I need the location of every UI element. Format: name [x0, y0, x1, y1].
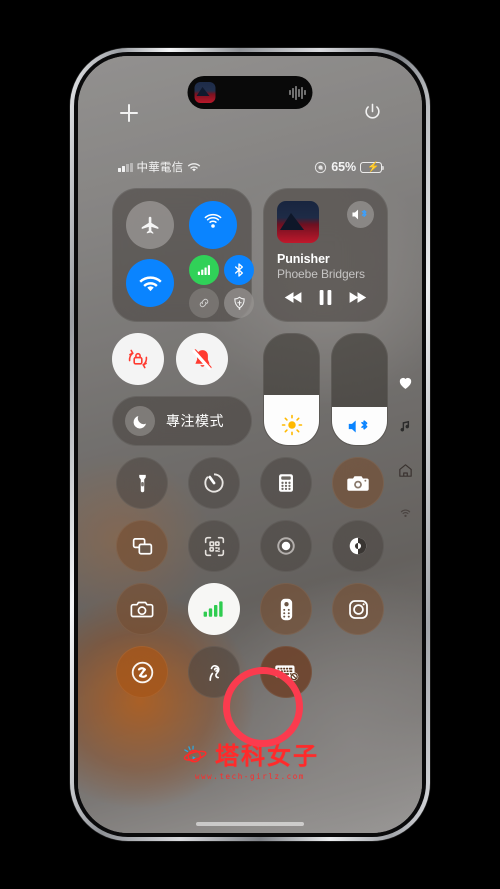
qr-code-icon[interactable] [188, 520, 240, 572]
cc-row-top: Punisher Phoebe Bridgers [112, 188, 388, 322]
focus-mode-button[interactable]: 專注模式 [112, 396, 252, 446]
airplane-mode-button[interactable] [126, 201, 174, 249]
airdrop-button[interactable] [189, 201, 237, 249]
phone-screen: 中華電信 65% ⚡ Punisher Phoebe Bridgers 專注模式… [78, 56, 422, 833]
toggles-column: 專注模式 [112, 333, 252, 446]
album-art [194, 82, 216, 103]
phone-bezel: 中華電信 65% ⚡ Punisher Phoebe Bridgers 專注模式… [74, 52, 426, 837]
instagram-icon[interactable] [332, 583, 384, 635]
cellular-data-button[interactable] [189, 255, 219, 285]
battery-icon: ⚡ [360, 161, 384, 173]
volume-slider[interactable] [331, 333, 388, 446]
edge-widget-strip [392, 374, 418, 523]
control-grid [112, 457, 388, 698]
power-icon[interactable] [363, 102, 382, 121]
camera-icon[interactable] [332, 457, 384, 509]
apple-tv-remote-icon[interactable] [260, 583, 312, 635]
music-note-icon[interactable] [397, 418, 414, 435]
screen-mirroring-icon[interactable] [116, 520, 168, 572]
media-title: Punisher [277, 252, 330, 266]
wifi-button[interactable] [126, 259, 174, 307]
sliders-group [263, 333, 388, 446]
focus-mode-label: 專注模式 [166, 413, 224, 429]
battery-percent-label: 65% [331, 160, 356, 174]
bluetooth-button[interactable] [224, 255, 254, 285]
media-player-module[interactable]: Punisher Phoebe Bridgers [263, 188, 388, 322]
vpn-shield-icon[interactable] [224, 288, 254, 318]
speaker-bluetooth-icon [332, 417, 387, 436]
plus-icon[interactable] [120, 104, 138, 122]
timer-icon[interactable] [188, 457, 240, 509]
planet-logo [181, 743, 211, 765]
dark-mode-icon[interactable] [332, 520, 384, 572]
moon-icon [125, 406, 155, 436]
rewind-icon[interactable] [284, 290, 303, 305]
home-indicator[interactable] [196, 822, 304, 826]
shazam-icon[interactable] [116, 646, 168, 698]
screen-record-icon[interactable] [260, 520, 312, 572]
control-center: Punisher Phoebe Bridgers 專注模式 [112, 188, 388, 698]
cc-row-middle: 專注模式 [112, 333, 388, 446]
dynamic-island[interactable] [187, 76, 313, 109]
carrier-label: 中華電信 [136, 162, 184, 174]
cellular-signal-icon[interactable] [188, 583, 240, 635]
fast-forward-icon[interactable] [348, 290, 367, 305]
airplay-bluetooth-speaker-icon[interactable] [347, 201, 374, 228]
silent-mode-button[interactable] [176, 333, 228, 385]
wifi-icon [187, 162, 201, 173]
album-art [277, 201, 319, 243]
hotspot-link-icon[interactable] [189, 288, 219, 318]
home-icon[interactable] [397, 462, 414, 479]
screenshot-root: 中華電信 65% ⚡ Punisher Phoebe Bridgers 專注模式… [0, 0, 500, 889]
phone-frame: 中華電信 65% ⚡ Punisher Phoebe Bridgers 專注模式… [70, 48, 430, 841]
annotation-highlight-circle [223, 667, 303, 747]
rotation-lock-button[interactable] [112, 333, 164, 385]
status-bar: 中華電信 65% ⚡ [78, 158, 422, 176]
brightness-slider[interactable] [263, 333, 320, 446]
flashlight-icon[interactable] [116, 457, 168, 509]
focus-mode-icon [314, 161, 327, 174]
connectivity-module [112, 188, 254, 322]
airplay-icon[interactable] [397, 506, 414, 523]
cellular-bars-icon [118, 162, 133, 172]
heart-icon[interactable] [397, 374, 414, 391]
audio-waveform-icon [289, 85, 306, 100]
camera-outline-icon[interactable] [116, 583, 168, 635]
media-artist: Phoebe Bridgers [277, 267, 365, 281]
pause-icon[interactable] [318, 289, 333, 306]
calculator-icon[interactable] [260, 457, 312, 509]
watermark-url: www.tech-girlz.com [194, 772, 306, 781]
sun-icon [264, 414, 319, 436]
